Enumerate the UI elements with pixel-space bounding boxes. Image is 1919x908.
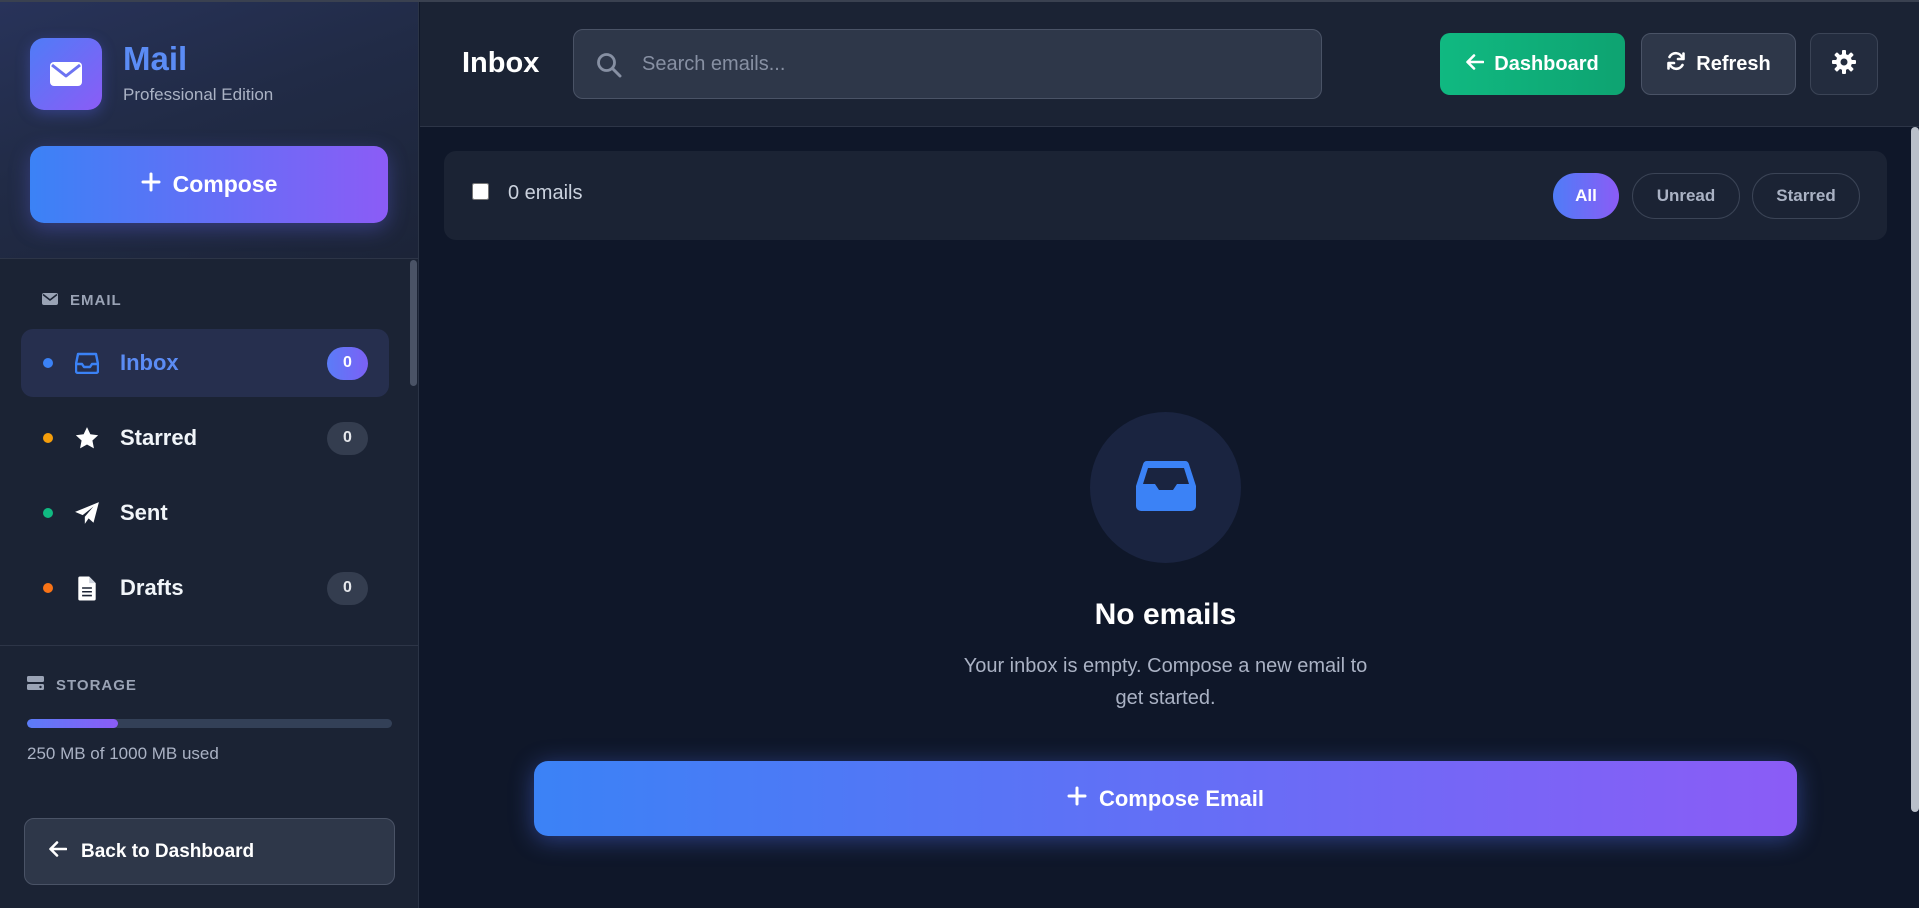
back-to-dashboard-button[interactable]: Back to Dashboard (24, 818, 395, 885)
mail-logo-icon (30, 38, 102, 110)
inbox-status-dot (43, 358, 53, 368)
compose-email-button-label: Compose Email (1098, 785, 1265, 811)
app-subtitle: Professional Edition (123, 85, 274, 104)
drafts-status-dot (43, 583, 53, 593)
star-icon (73, 424, 101, 452)
paper-plane-icon (73, 499, 101, 527)
storage-progress-fill (27, 719, 119, 728)
email-section-label: EMAIL (70, 292, 122, 309)
sidebar-item-drafts[interactable]: Drafts 0 (21, 554, 389, 622)
sidebar-scrollbar[interactable] (410, 260, 417, 386)
sent-status-dot (43, 508, 53, 518)
inbox-count-badge: 0 (327, 346, 368, 380)
storage-section-heading: STORAGE (27, 676, 137, 694)
sidebar-item-inbox[interactable]: Inbox 0 (21, 329, 389, 397)
plus-icon (141, 171, 161, 198)
compose-button-label: Compose (172, 171, 278, 197)
storage-progress-bar (27, 719, 392, 728)
drafts-count-badge: 0 (327, 571, 368, 605)
inbox-icon (73, 349, 101, 377)
sidebar-header: Mail Professional Edition Compose (0, 2, 418, 259)
sidebar: Mail Professional Edition Compose EMAIL … (0, 2, 419, 908)
sidebar-divider (0, 645, 418, 646)
starred-status-dot (43, 433, 53, 443)
envelope-icon (42, 292, 58, 309)
storage-usage-text: 250 MB of 1000 MB used (27, 744, 219, 763)
storage-section-label: STORAGE (56, 676, 137, 694)
email-section-heading: EMAIL (42, 292, 122, 309)
sidebar-item-inbox-label: Inbox (120, 350, 179, 375)
app-title: Mail (123, 40, 188, 77)
main-scrollbar[interactable] (1911, 127, 1919, 812)
sidebar-item-drafts-label: Drafts (120, 575, 184, 600)
sidebar-item-sent-label: Sent (120, 500, 168, 525)
compose-button[interactable]: Compose (30, 146, 388, 223)
sidebar-item-starred[interactable]: Starred 0 (21, 404, 389, 472)
hard-drive-icon (27, 676, 44, 694)
plus-icon (1067, 786, 1087, 812)
empty-state-title: No emails (1094, 598, 1237, 631)
sidebar-item-starred-label: Starred (120, 425, 198, 450)
starred-count-badge: 0 (327, 421, 368, 455)
empty-state-text: Your inbox is empty. Compose a new email… (963, 655, 1368, 709)
arrow-left-icon (49, 840, 68, 863)
document-icon (73, 574, 101, 602)
compose-email-button[interactable]: Compose Email (534, 761, 1797, 836)
sidebar-item-sent[interactable]: Sent (21, 479, 389, 547)
back-to-dashboard-label: Back to Dashboard (81, 840, 255, 862)
